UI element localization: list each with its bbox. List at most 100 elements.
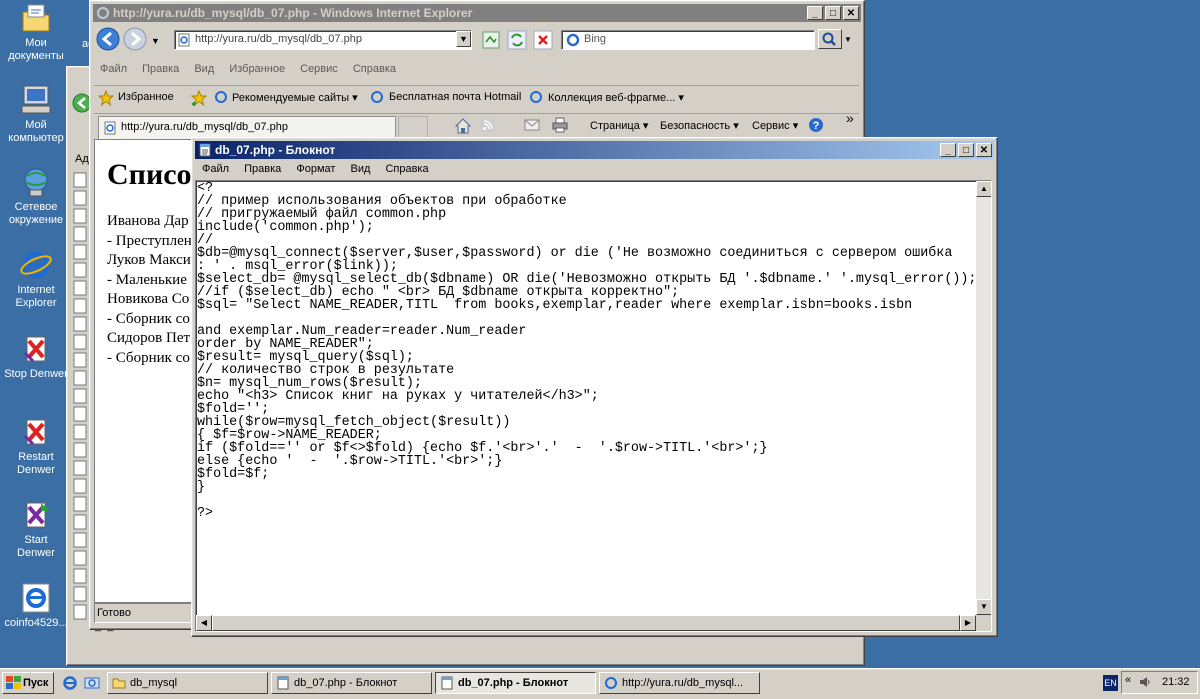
- taskbar-item-notepad-1[interactable]: db_07.php - Блокнот: [271, 672, 432, 694]
- taskbar-item-db-mysql[interactable]: db_mysql: [107, 672, 268, 694]
- notepad-window[interactable]: db_07.php - Блокнот _ □ ✕ Файл Правка Фо…: [191, 137, 998, 637]
- menu-help[interactable]: Справка: [353, 63, 396, 75]
- close-button[interactable]: ✕: [843, 6, 859, 20]
- feeds-icon[interactable]: [480, 117, 496, 133]
- stop-denwer-icon: [19, 333, 53, 365]
- add-favorites-icon[interactable]: [190, 89, 208, 107]
- page-menu[interactable]: Страница ▾: [590, 119, 648, 132]
- search-input[interactable]: Bing: [584, 33, 606, 45]
- reader-name: Сидоров Пет: [107, 330, 191, 346]
- home-icon[interactable]: [454, 117, 472, 135]
- bing-icon: [565, 33, 581, 47]
- search-box[interactable]: Bing: [561, 30, 815, 50]
- scroll-thumb[interactable]: [212, 615, 960, 631]
- search-options-icon[interactable]: ▼: [844, 35, 852, 44]
- notepad-title-text: db_07.php - Блокнот: [215, 143, 336, 157]
- address-dropdown-icon[interactable]: ▼: [456, 31, 471, 47]
- minimize-button[interactable]: _: [807, 6, 823, 20]
- page-icon: [177, 33, 191, 47]
- desktop-icon-label: Сетевое окружение: [8, 201, 64, 226]
- notepad-menubar: Файл Правка Формат Вид Справка: [196, 159, 993, 179]
- status-text: Готово: [94, 603, 198, 623]
- ie-link-icon: [214, 90, 228, 104]
- menu-favorites[interactable]: Избранное: [229, 63, 285, 75]
- desktop-icon-start-denwer[interactable]: Start Denwer: [4, 499, 68, 560]
- desktop-icon-restart-denwer[interactable]: Restart Denwer: [4, 416, 68, 477]
- favorites-star-icon: [97, 89, 115, 107]
- ie-titlebar[interactable]: http://yura.ru/db_mysql/db_07.php - Wind…: [93, 4, 861, 22]
- desktop-icon-label: Stop Denwer: [4, 368, 68, 380]
- stop-icon[interactable]: [533, 30, 553, 50]
- quicklaunch-outlook-icon[interactable]: [84, 675, 100, 691]
- task-label: http://yura.ru/db_mysql...: [622, 677, 744, 689]
- file-content[interactable]: <? // пример использования объектов при …: [197, 182, 975, 520]
- quicklaunch-ie-icon[interactable]: [62, 675, 78, 691]
- fav-link-hotmail[interactable]: Бесплатная почта Hotmail: [389, 91, 521, 103]
- windows-logo-icon: [6, 676, 21, 690]
- desktop-icon-my-documents[interactable]: Мои документы: [4, 2, 68, 63]
- toolbar-chevron-icon[interactable]: »: [846, 110, 854, 126]
- safety-menu[interactable]: Безопасность ▾: [660, 119, 739, 132]
- scroll-up-button[interactable]: ▲: [976, 181, 991, 197]
- desktop-icon-my-computer[interactable]: Мой компьютер: [4, 84, 68, 145]
- desktop-icon-label: Мой компьютер: [8, 119, 64, 144]
- address-input[interactable]: http://yura.ru/db_mysql/db_07.php: [195, 33, 362, 45]
- svg-text:?: ?: [813, 120, 820, 132]
- book-line: - Сборник со: [107, 310, 190, 327]
- taskbar-item-ie[interactable]: http://yura.ru/db_mysql...: [599, 672, 760, 694]
- favorites-button[interactable]: Избранное: [118, 91, 174, 103]
- text-area[interactable]: <? // пример использования объектов при …: [197, 182, 975, 613]
- tools-menu[interactable]: Сервис ▾: [752, 119, 798, 132]
- fav-link-suggested[interactable]: Рекомендуемые сайты ▾: [232, 91, 358, 104]
- ie-shortcut-icon: [19, 582, 53, 614]
- reader-name: Иванова Дар: [107, 213, 189, 229]
- mail-icon[interactable]: [524, 118, 540, 132]
- notepad-icon: [198, 143, 212, 157]
- menu-edit[interactable]: Правка: [244, 163, 281, 175]
- taskbar-item-notepad-2[interactable]: db_07.php - Блокнот: [435, 672, 596, 694]
- compat-view-icon[interactable]: [481, 30, 501, 50]
- menu-file[interactable]: Файл: [100, 63, 127, 75]
- notepad-icon: [276, 676, 290, 690]
- close-button[interactable]: ✕: [976, 143, 992, 157]
- print-icon[interactable]: [552, 117, 568, 133]
- language-indicator[interactable]: EN: [1103, 675, 1118, 691]
- search-button[interactable]: [818, 29, 842, 49]
- scroll-right-button[interactable]: ▶: [960, 615, 976, 631]
- menu-view[interactable]: Вид: [194, 63, 214, 75]
- menu-format[interactable]: Формат: [296, 163, 335, 175]
- book-line: - Преступлен: [107, 232, 192, 249]
- fav-link-webslices[interactable]: Коллекция веб-фрагме... ▾: [548, 91, 684, 104]
- minimize-button[interactable]: _: [940, 143, 956, 157]
- history-dropdown-icon[interactable]: ▼: [151, 36, 160, 46]
- page-body: Иванова Дар - Преступлен Луков Макси - М…: [107, 212, 192, 368]
- desktop-icon-ie[interactable]: Internet Explorer: [4, 249, 68, 310]
- desktop-icon-coinfo[interactable]: coinfo4529...: [4, 582, 68, 630]
- desktop-icon-stop-denwer[interactable]: Stop Denwer: [4, 333, 68, 381]
- menu-view[interactable]: Вид: [350, 163, 370, 175]
- text-editor[interactable]: <? // пример использования объектов при …: [195, 180, 992, 632]
- forward-button[interactable]: [123, 27, 147, 51]
- menu-tools[interactable]: Сервис: [300, 63, 338, 75]
- my-documents-icon: [19, 2, 53, 34]
- tab-page-icon: [103, 121, 117, 135]
- vertical-scrollbar[interactable]: ▲ ▼: [976, 181, 991, 615]
- tray-expand-icon[interactable]: «: [1125, 674, 1131, 686]
- address-bar[interactable]: http://yura.ru/db_mysql/db_07.php ▼: [174, 30, 472, 50]
- maximize-button[interactable]: □: [958, 143, 974, 157]
- menu-edit[interactable]: Правка: [142, 63, 179, 75]
- maximize-button[interactable]: □: [825, 6, 841, 20]
- refresh-icon[interactable]: [507, 30, 527, 50]
- menu-help[interactable]: Справка: [385, 163, 428, 175]
- horizontal-scrollbar[interactable]: ◀ ▶: [196, 615, 976, 631]
- volume-icon[interactable]: [1138, 675, 1152, 689]
- start-button[interactable]: Пуск: [2, 672, 54, 694]
- scroll-down-button[interactable]: ▼: [976, 599, 991, 615]
- notepad-titlebar[interactable]: db_07.php - Блокнот _ □ ✕: [195, 141, 994, 159]
- help-icon[interactable]: ?: [808, 117, 824, 133]
- menu-file[interactable]: Файл: [202, 163, 229, 175]
- desktop-icon-network[interactable]: Сетевое окружение: [4, 166, 68, 227]
- ie-icon: [19, 249, 53, 281]
- scroll-left-button[interactable]: ◀: [196, 615, 212, 631]
- back-button[interactable]: [96, 27, 120, 51]
